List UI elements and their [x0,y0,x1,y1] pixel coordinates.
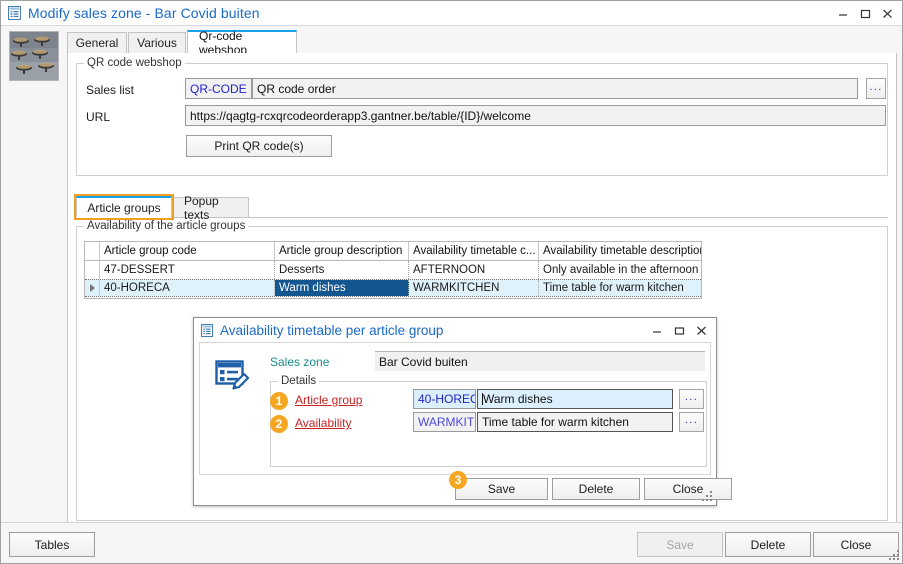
maximize-icon[interactable] [668,319,690,341]
article-inner-tabstrip: Article groups Popup texts [76,196,888,218]
availability-code-input[interactable]: WARMKITCHEN [413,412,476,432]
cell-article-group-description: Warm dishes [275,280,409,296]
dialog-titlebar: Availability timetable per article group [194,318,716,342]
column-header-availability-timetable-code[interactable]: Availability timetable c... [409,242,539,260]
dialog-close-button[interactable]: Close [644,478,732,500]
window-titlebar: Modify sales zone - Bar Covid buiten [1,1,902,25]
availability-link[interactable]: Availability [295,416,351,430]
sales-list-browse-button[interactable]: ... [866,78,886,99]
column-header-article-group-code[interactable]: Article group code [100,242,275,260]
tab-qr-code-webshop[interactable]: Qr-code webshop [187,30,297,54]
step-badge-1: 1 [270,392,288,410]
sales-zone-thumbnail [9,31,59,81]
grid-header-row: Article group code Article group descrip… [85,242,701,261]
dialog-title: Availability timetable per article group [220,323,443,338]
article-group-link[interactable]: Article group [295,393,362,407]
document-list-icon [201,324,213,337]
cell-availability-timetable-description: Only available in the afternoon [539,261,701,279]
column-header-article-group-description[interactable]: Article group description [275,242,409,260]
row-indicator [85,261,100,279]
grid-header-indicator [85,242,100,260]
availability-timetable-dialog: Availability timetable per article group [193,317,717,506]
tab-various-label: Various [137,36,177,50]
dialog-footer: 3 Save Delete Close [199,475,711,503]
article-group-code-input[interactable]: 40-HORECA [413,389,476,409]
url-input[interactable]: https://qagtg-rcxqrcodeorderapp3.gantner… [185,105,886,126]
window-footer: Tables Save Delete Close [1,522,902,564]
cell-availability-timetable-description: Time table for warm kitchen [539,280,701,296]
print-qr-code-button[interactable]: Print QR code(s) [186,135,332,157]
tab-popup-texts-label: Popup texts [184,194,238,222]
cell-article-group-code: 47-DESSERT [100,261,275,279]
sales-list-label: Sales list [86,83,134,97]
dialog-resize-grip[interactable] [702,491,713,502]
minimize-icon[interactable] [646,319,668,341]
maximize-icon[interactable] [854,2,876,24]
tables-button[interactable]: Tables [9,532,95,557]
form-edit-icon [214,358,250,397]
tab-various[interactable]: Various [128,32,186,54]
dialog-delete-button[interactable]: Delete [552,478,640,500]
window-client-area: General Various Qr-code webshop QR code … [1,25,902,563]
sales-list-description-input[interactable]: QR code order [252,78,858,99]
article-group-description-input[interactable]: Warm dishes [477,389,673,409]
tab-popup-texts[interactable]: Popup texts [173,197,249,218]
availability-groupbox-title: Availability of the article groups [84,220,248,232]
tab-general[interactable]: General [67,32,127,54]
step-badge-2: 2 [270,415,288,433]
dialog-save-button[interactable]: Save [455,478,548,500]
article-group-description-value: Warm dishes [483,392,553,406]
cell-availability-timetable-code: AFTERNOON [409,261,539,279]
close-icon[interactable] [690,319,712,341]
window-controls [832,1,898,25]
details-groupbox-title: Details [278,375,319,387]
dialog-body: Sales zone Bar Covid buiten Details 1 Ar… [199,342,711,475]
qr-code-webshop-groupbox-title: QR code webshop [84,57,185,69]
table-row[interactable]: 47-DESSERT Desserts AFTERNOON Only avail… [85,261,701,279]
close-icon[interactable] [876,2,898,24]
sales-zone-label: Sales zone [270,355,329,369]
dialog-window-controls [646,318,712,342]
availability-browse-button[interactable]: ... [679,412,704,432]
step-badge-3: 3 [449,471,467,489]
tab-general-label: General [76,36,119,50]
tab-article-groups[interactable]: Article groups [76,196,172,218]
main-tabstrip: General Various Qr-code webshop [67,30,897,54]
cell-availability-timetable-code: WARMKITCHEN [409,280,539,296]
window-title: Modify sales zone - Bar Covid buiten [28,5,260,21]
availability-description-input[interactable]: Time table for warm kitchen [477,412,673,432]
save-button: Save [637,532,723,557]
row-selector-arrow [85,280,100,296]
url-label: URL [86,110,110,124]
table-row[interactable]: 40-HORECA Warm dishes WARMKITCHEN Time t… [85,279,701,297]
close-button[interactable]: Close [813,532,899,557]
tab-article-groups-label: Article groups [87,201,160,215]
article-group-browse-button[interactable]: ... [679,389,704,409]
sales-list-code-input[interactable]: QR-CODE [185,78,252,99]
column-header-availability-timetable-description[interactable]: Availability timetable description [539,242,701,260]
application-window: Modify sales zone - Bar Covid buiten [0,0,903,564]
minimize-icon[interactable] [832,2,854,24]
cell-article-group-description: Desserts [275,261,409,279]
article-groups-grid[interactable]: Article group code Article group descrip… [84,241,702,299]
document-list-icon [8,6,21,20]
window-resize-grip[interactable] [889,550,900,561]
sales-zone-value: Bar Covid buiten [375,351,705,371]
qr-code-webshop-groupbox: QR code webshop Sales list QR-CODE QR co… [76,63,888,176]
delete-button[interactable]: Delete [725,532,811,557]
cell-article-group-code: 40-HORECA [100,280,275,296]
